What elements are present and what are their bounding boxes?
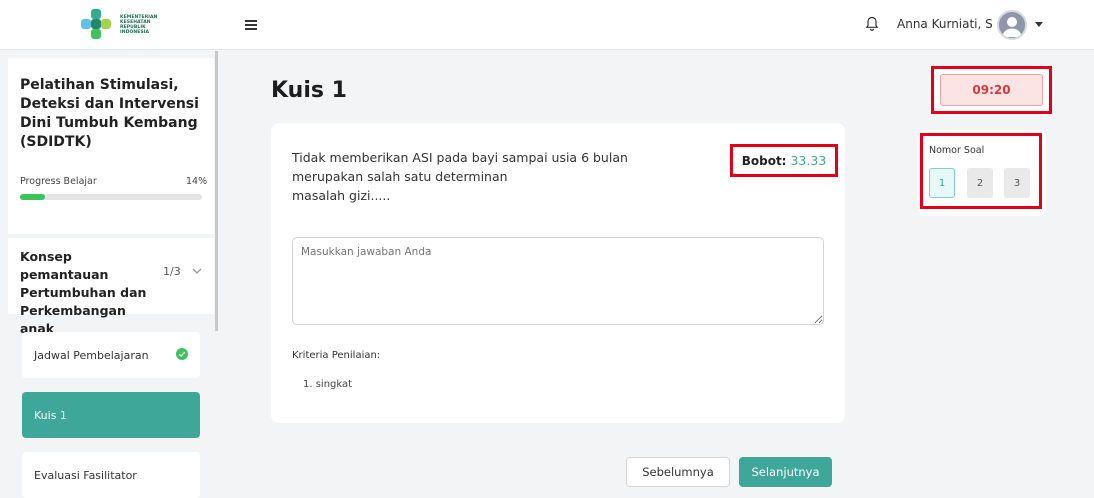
user-avatar-icon[interactable]: [997, 10, 1027, 40]
kemenkes-logo[interactable]: KEMENTERIAN KESEHATAN REPUBLIK INDONESIA: [80, 6, 180, 44]
progress-label: Progress Belajar: [20, 176, 97, 187]
sidebar-item-label: Jadwal Pembelajaran: [34, 348, 149, 362]
caret-down-icon[interactable]: [1035, 22, 1043, 27]
answer-input[interactable]: [292, 237, 824, 325]
progress-percent: 14%: [186, 176, 208, 187]
question-weight: Bobot: 33.33: [730, 144, 838, 177]
question-text: Tidak memberikan ASI pada bayi sampai us…: [292, 150, 628, 203]
progress-bar-fill: [20, 194, 46, 200]
logo-wordmark: KEMENTERIAN KESEHATAN REPUBLIK INDONESIA: [120, 15, 158, 35]
user-name[interactable]: Anna Kurniati, S ...: [897, 17, 1008, 31]
module-count: 1/3: [163, 265, 181, 278]
countdown-timer: 09:20: [940, 74, 1043, 106]
sidebar-item-jadwal-pembelajaran[interactable]: Jadwal Pembelajaran: [22, 332, 200, 378]
question-number-3[interactable]: 3: [1004, 168, 1030, 198]
bell-icon[interactable]: [865, 16, 879, 32]
check-circle-icon: [176, 348, 188, 360]
sidebar-item-label: Evaluasi Fasilitator: [34, 468, 137, 482]
top-header: KEMENTERIAN KESEHATAN REPUBLIK INDONESIA…: [0, 0, 1094, 50]
previous-button[interactable]: Sebelumnya: [626, 457, 730, 487]
question-number-1[interactable]: 1: [929, 168, 955, 198]
progress-bar: [20, 194, 202, 200]
criteria-item: 1. singkat: [303, 379, 353, 390]
chevron-down-icon[interactable]: [191, 265, 203, 277]
weight-value: 33.33: [790, 153, 827, 168]
sidebar-item-evaluasi-fasilitator[interactable]: Evaluasi Fasilitator: [22, 452, 200, 498]
question-number-2[interactable]: 2: [967, 168, 993, 198]
criteria-label: Kriteria Penilaian:: [292, 350, 381, 361]
question-nav-title: Nomor Soal: [929, 145, 985, 156]
sidebar-item-kuis-1[interactable]: Kuis 1: [22, 392, 200, 438]
sidebar-scrollbar[interactable]: [215, 51, 218, 331]
course-title: Pelatihan Stimulasi, Deteksi dan Interve…: [20, 77, 199, 150]
weight-label: Bobot:: [741, 153, 787, 168]
next-button[interactable]: Selanjutnya: [739, 457, 832, 487]
logo-icon: [81, 9, 111, 39]
module-title[interactable]: Konsep pemantauan Pertumbuhan dan Perkem…: [20, 248, 150, 338]
sidebar-item-label: Kuis 1: [34, 408, 67, 422]
menu-icon[interactable]: [245, 20, 257, 30]
page-title: Kuis 1: [271, 78, 347, 103]
